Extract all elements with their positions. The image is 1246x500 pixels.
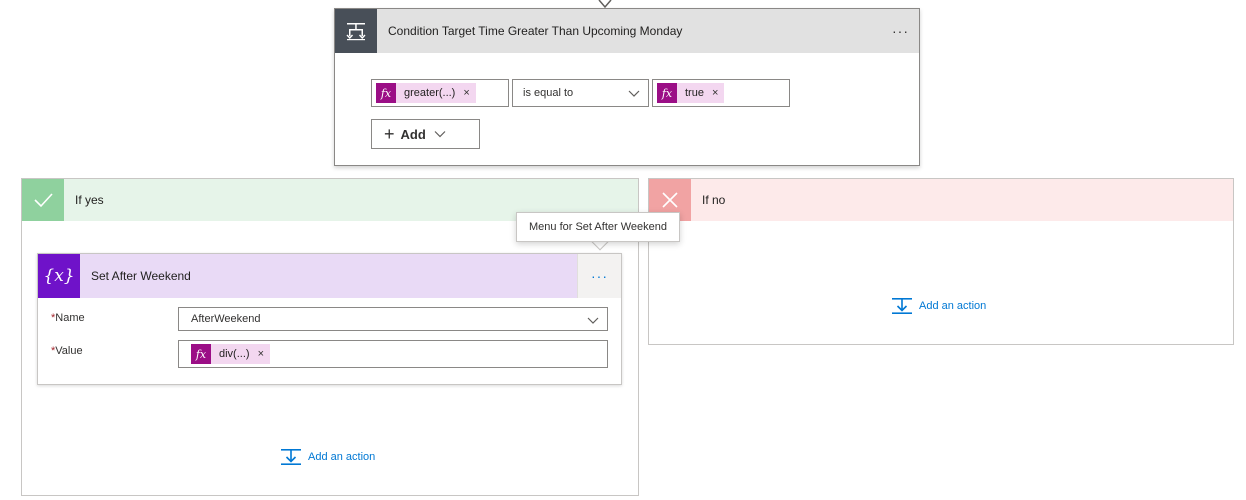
condition-card[interactable]: Condition Target Time Greater Than Upcom… [334,8,920,166]
add-action-button[interactable]: Add an action [280,448,375,466]
variable-icon: {x} [38,254,80,298]
remove-token-button[interactable]: × [258,348,264,360]
condition-icon [335,9,377,53]
expression-token[interactable]: fx true × [657,83,725,103]
set-variable-menu-button[interactable]: ··· [577,254,621,298]
condition-header[interactable]: Condition Target Time Greater Than Upcom… [335,9,919,53]
if-yes-title: If yes [75,193,104,207]
set-variable-title[interactable]: Set After Weekend [91,269,191,283]
operator-selected-value: is equal to [523,87,574,99]
condition-title[interactable]: Condition Target Time Greater Than Upcom… [388,24,682,38]
plus-icon: + [384,124,395,144]
add-action-label: Add an action [308,451,376,463]
remove-token-button[interactable]: × [463,87,469,99]
chevron-down-icon [587,317,599,324]
set-variable-card[interactable]: {x} Set After Weekend ··· *Name AfterWee… [37,253,622,385]
add-action-button[interactable]: Add an action [891,297,986,315]
add-label: Add [400,126,426,142]
add-action-label: Add an action [919,300,987,312]
if-no-branch: If no Add an action [648,178,1234,345]
chevron-down-icon [628,90,640,97]
name-field-label: *Name [51,312,85,324]
remove-token-button[interactable]: × [712,87,718,99]
fx-icon: fx [191,344,211,364]
condition-menu-button[interactable]: ··· [892,23,909,39]
expression-token[interactable]: fx greater(...) × [376,83,476,103]
value-field-label: *Value [51,345,83,357]
check-icon [22,179,64,221]
right-operand-field[interactable]: fx true × [652,79,790,107]
token-label: true [685,87,704,99]
fx-icon: fx [657,83,677,103]
add-action-icon [281,449,301,465]
set-variable-header[interactable]: {x} Set After Weekend ··· [38,254,621,298]
if-no-header[interactable]: If no [649,179,1233,221]
add-action-icon [892,298,912,314]
token-label: div(...) [219,348,250,360]
name-dropdown[interactable]: AfterWeekend [178,307,608,331]
add-row-button[interactable]: + Add [371,119,480,149]
operator-dropdown[interactable]: is equal to [512,79,649,107]
left-operand-field[interactable]: fx greater(...) × [371,79,509,107]
value-input[interactable]: fx div(...) × [178,340,608,368]
if-no-title: If no [702,193,726,207]
fx-icon: fx [376,83,396,103]
token-label: greater(...) [404,87,456,99]
name-selected-value: AfterWeekend [191,313,261,325]
chevron-down-icon [434,131,446,138]
menu-tooltip: Menu for Set After Weekend [516,212,680,242]
expression-token[interactable]: fx div(...) × [191,344,270,364]
